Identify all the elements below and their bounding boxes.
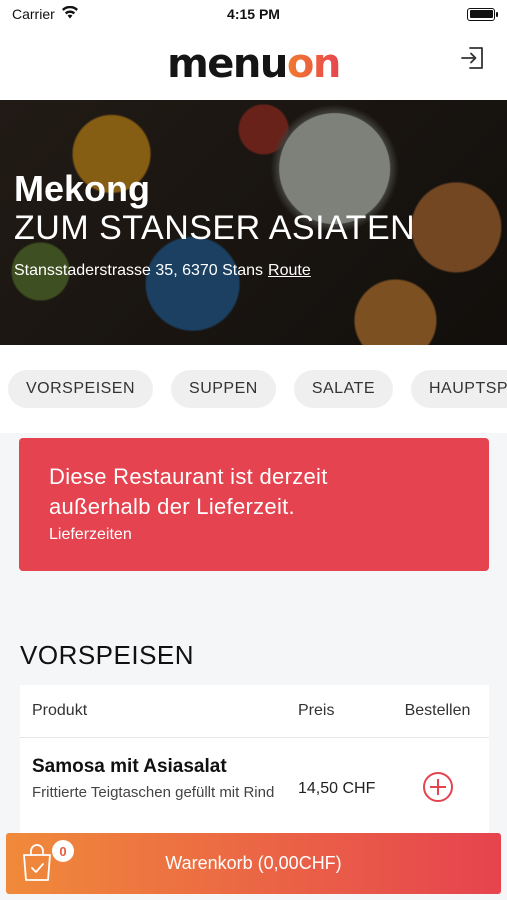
cart-label: Warenkorb (0,00CHF) — [165, 853, 342, 873]
shopping-bag-icon — [23, 844, 51, 881]
logo-text-right: on — [286, 41, 341, 87]
header-product: Produkt — [32, 702, 88, 719]
wifi-icon — [61, 5, 79, 22]
status-bar: Carrier 4:15 PM — [0, 0, 507, 28]
cart-count-badge: 0 — [52, 840, 74, 862]
battery-icon — [467, 7, 498, 21]
product-price: 14,50 CHF — [298, 780, 376, 797]
header-order: Bestellen — [404, 702, 471, 719]
delivery-closed-alert: Diese Restaurant ist derzeit außerhalb d… — [19, 438, 489, 571]
category-chip-suppen[interactable]: SUPPEN — [171, 370, 276, 408]
product-cell: Samosa mit Asiasalat Frittierte Teigtasc… — [20, 756, 286, 838]
cart-button[interactable]: 0 Warenkorb (0,00CHF) — [6, 833, 501, 894]
table-row: Samosa mit Asiasalat Frittierte Teigtasc… — [20, 738, 489, 838]
product-name: Samosa mit Asiasalat — [32, 756, 227, 777]
route-link[interactable]: Route — [268, 262, 311, 280]
restaurant-name: Mekong — [14, 168, 151, 209]
header-price: Preis — [298, 702, 335, 719]
status-left: Carrier — [12, 5, 79, 22]
menu-table: Produkt Preis Bestellen Samosa mit Asias… — [20, 685, 489, 838]
alert-message-line2: außerhalb der Lieferzeit. — [49, 494, 295, 519]
category-chip-vorspeisen[interactable]: VORSPEISEN — [8, 370, 154, 408]
app-header: menu on — [0, 28, 507, 100]
category-chip-hauptspeisen[interactable]: HAUPTSPEIS — [411, 370, 507, 408]
category-bar[interactable]: VORSPEISEN SUPPEN SALATE HAUPTSPEIS — [0, 345, 507, 433]
restaurant-hero: Mekong ZUM STANSER ASIATEN Stansstaderst… — [0, 100, 507, 345]
plus-circle-icon — [422, 772, 453, 802]
alert-message-line1: Diese Restaurant ist derzeit — [49, 464, 328, 489]
section-title: VORSPEISEN — [20, 640, 195, 670]
delivery-times-link[interactable]: Lieferzeiten — [49, 526, 459, 544]
restaurant-subtitle: ZUM STANSER ASIATEN — [14, 209, 416, 247]
menuon-logo[interactable]: menu on — [167, 41, 341, 87]
category-chip-row: VORSPEISEN SUPPEN SALATE HAUPTSPEIS — [0, 345, 507, 433]
logo-text-left: menu — [167, 41, 288, 87]
login-icon — [461, 47, 483, 69]
table-header: Produkt Preis Bestellen — [20, 685, 489, 738]
login-button[interactable] — [457, 42, 489, 74]
restaurant-address: Stansstaderstrasse 35, 6370 Stans — [14, 262, 264, 279]
category-chip-salate[interactable]: SALATE — [293, 370, 393, 408]
product-description: Frittierte Teigtaschen gefüllt mit Rind — [32, 784, 275, 801]
hero-text: Mekong ZUM STANSER ASIATEN Stansstaderst… — [14, 170, 415, 280]
add-to-cart-button[interactable] — [386, 756, 489, 838]
restaurant-address-line: Stansstaderstrasse 35, 6370 Stans Route — [14, 262, 415, 280]
carrier-label: Carrier — [12, 6, 55, 22]
